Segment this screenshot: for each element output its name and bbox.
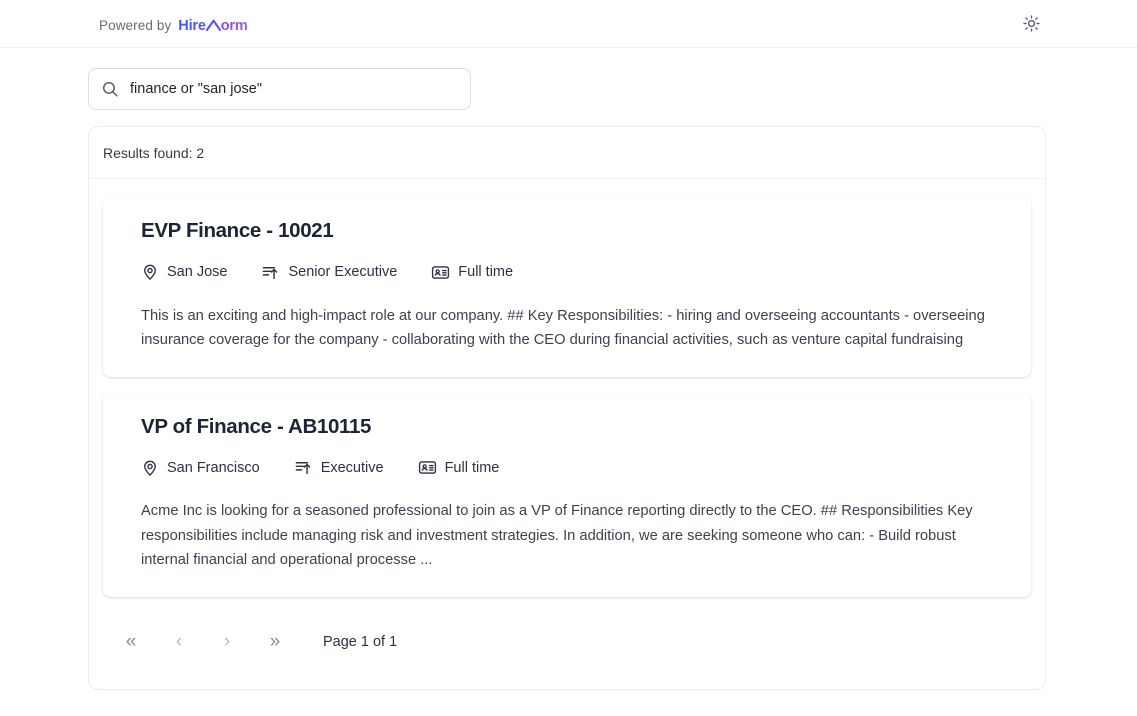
job-description: Acme Inc is looking for a seasoned profe… (141, 503, 973, 569)
search-bar (88, 68, 471, 110)
powered-by-block: Powered by Hire orm (99, 18, 248, 34)
powered-by-label: Powered by (99, 18, 172, 33)
job-meta-row: San Francisco Executive Full time (141, 458, 1005, 477)
job-list: EVP Finance - 10021 San Jose Senior Exec… (89, 179, 1045, 597)
job-employment-type: Full time (431, 263, 513, 282)
job-location-label: San Jose (167, 264, 228, 281)
job-card[interactable]: VP of Finance - AB10115 San Francisco Ex… (103, 392, 1031, 597)
job-title: EVP Finance - 10021 (141, 219, 334, 242)
seniority-icon (261, 263, 280, 282)
last-page-button[interactable]: » (251, 625, 299, 659)
results-count-label: Results found: 2 (103, 144, 205, 161)
map-pin-icon (141, 459, 159, 477)
job-level-label: Senior Executive (288, 264, 398, 281)
search-input[interactable] (130, 81, 458, 97)
brand-logo[interactable]: Hire orm (178, 18, 247, 34)
page-indicator-label: Page 1 of 1 (323, 633, 398, 650)
job-employment-type: Full time (418, 458, 500, 477)
sun-icon (1022, 15, 1040, 35)
first-page-button[interactable]: « (107, 625, 155, 659)
map-pin-icon (141, 263, 159, 281)
next-page-button[interactable]: › (203, 625, 251, 659)
job-employment-label: Full time (444, 459, 500, 476)
job-meta-row: San Jose Senior Executive Full time (141, 263, 1005, 282)
job-card[interactable]: EVP Finance - 10021 San Jose Senior Exec… (103, 197, 1031, 377)
search-icon (101, 80, 119, 98)
brand-caret-icon (205, 19, 221, 32)
job-employment-label: Full time (458, 264, 514, 281)
app-root: Powered by Hire orm finance or "san jose… (0, 0, 1137, 716)
results-panel: Results found: 2 EVP Finance - 10021 San… (88, 126, 1046, 690)
job-location-label: San Francisco (167, 459, 260, 476)
id-card-icon (431, 263, 450, 282)
job-title: VP of Finance - AB10115 (141, 414, 372, 438)
brand-text-last: orm (220, 18, 248, 34)
job-level: Senior Executive (261, 263, 397, 282)
job-level: Executive (294, 458, 384, 477)
results-header: Results found: 2 (89, 127, 1045, 179)
brand-text-first: Hire (178, 18, 206, 34)
theme-toggle-button[interactable] (1017, 11, 1045, 39)
job-location: San Francisco (141, 459, 260, 477)
id-card-icon (418, 458, 437, 477)
search-box[interactable] (88, 68, 471, 110)
job-description: This is an exciting and high-impact role… (141, 307, 985, 349)
job-level-label: Executive (320, 459, 384, 476)
prev-page-button[interactable]: ‹ (155, 625, 203, 659)
job-location: San Jose (141, 263, 227, 281)
top-bar: Powered by Hire orm (0, 0, 1137, 48)
pagination: « ‹ › » Page 1 of 1 (89, 613, 1045, 659)
seniority-icon (294, 458, 313, 477)
